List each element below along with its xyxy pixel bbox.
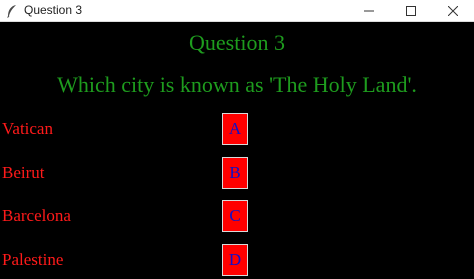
window-title: Question 3 — [24, 3, 83, 17]
option-label-b: Beirut — [2, 163, 45, 182]
feather-icon — [6, 4, 18, 18]
question-text: Which city is known as 'The Holy Land'. — [57, 72, 417, 97]
answer-button-b[interactable]: B — [222, 157, 248, 189]
option-label-a: Vatican — [2, 119, 53, 138]
quiz-panel: Question 3 Which city is known as 'The H… — [0, 22, 474, 279]
option-label-d: Palestine — [2, 250, 64, 269]
close-button[interactable] — [434, 0, 472, 22]
minimize-button[interactable] — [350, 0, 388, 22]
window-titlebar: Question 3 — [0, 0, 474, 22]
answer-button-c[interactable]: C — [222, 200, 248, 232]
option-label-c: Barcelona — [2, 206, 71, 225]
answer-button-a[interactable]: A — [222, 113, 248, 145]
answer-button-d[interactable]: D — [222, 244, 248, 276]
maximize-button[interactable] — [392, 0, 430, 22]
question-heading: Question 3 — [189, 30, 285, 55]
